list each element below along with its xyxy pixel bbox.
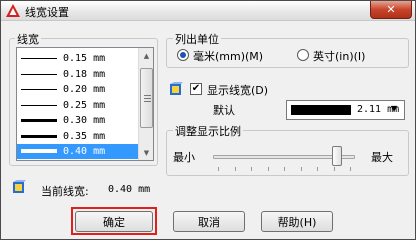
scroll-thumb-grip <box>144 95 151 96</box>
lineweight-item-label: 0.25 mm <box>63 99 106 111</box>
lineweight-list-item[interactable]: 0.25 mm <box>17 98 138 113</box>
lineweight-item-label: 0.18 mm <box>63 68 106 80</box>
ok-button-label: 确定 <box>103 215 125 229</box>
cancel-button[interactable]: 取消 <box>173 211 245 232</box>
help-button-label: 帮助(H) <box>277 215 317 229</box>
scale-slider-tick <box>234 167 236 171</box>
app-logo-icon <box>5 3 21 18</box>
inches-radio[interactable] <box>297 49 309 61</box>
scroll-up-arrow-icon: ▲ <box>143 51 150 60</box>
millimeters-radio[interactable] <box>177 49 189 61</box>
lineweight-sample-line <box>21 73 57 75</box>
scale-slider-tick <box>267 167 269 171</box>
scroll-thumb-grip <box>144 98 151 99</box>
lineweight-item-label: 0.15 mm <box>63 53 106 64</box>
lineweight-sample-line <box>21 134 57 138</box>
units-group-label: 列出单位 <box>173 31 221 47</box>
scale-slider-tick <box>251 167 252 171</box>
lineweight-list-scrollbar[interactable]: ▲ ▼ <box>138 48 153 160</box>
scale-slider-thumb[interactable] <box>331 146 342 166</box>
current-lineweight-value: 0.40 mm <box>108 184 151 195</box>
help-button[interactable]: 帮助(H) <box>261 211 333 232</box>
scroll-up-button[interactable]: ▲ <box>139 48 153 63</box>
close-button[interactable]: ✕ <box>370 1 412 19</box>
current-lineweight-icon <box>11 179 27 195</box>
scale-slider-tick <box>300 167 302 171</box>
millimeters-label[interactable]: 毫米(mm)(M) <box>193 48 263 64</box>
chevron-down-icon: ▼ <box>391 104 398 113</box>
inches-label[interactable]: 英寸(in)(I) <box>313 48 365 64</box>
checkmark-icon: ✔ <box>191 83 201 94</box>
lineweight-sample-line <box>21 149 57 153</box>
scale-max-label: 最大 <box>371 151 393 164</box>
lineweight-sample-line <box>21 58 57 59</box>
scroll-thumb-grip <box>144 101 151 102</box>
window-title: 线宽设置 <box>25 6 69 19</box>
lineweight-list-item[interactable]: 0.30 mm <box>17 113 138 128</box>
ok-button[interactable]: 确定 <box>75 211 153 232</box>
lineweight-sample-line <box>21 89 57 90</box>
scale-min-label: 最小 <box>173 151 195 164</box>
scale-slider-tick <box>317 167 318 171</box>
lineweight-item-label: 0.35 mm <box>63 130 106 142</box>
lineweight-list-item[interactable]: 0.40 mm <box>17 144 138 159</box>
default-lineweight-dropdown[interactable]: 2.11 mm ▼ <box>286 100 405 120</box>
scroll-down-arrow-icon: ▼ <box>143 148 150 157</box>
lineweight-list-item[interactable]: 0.20 mm <box>17 82 138 97</box>
lineweight-item-label: 0.30 mm <box>63 115 106 126</box>
current-lineweight-label: 当前线宽: <box>41 185 89 198</box>
help-book-icon <box>168 81 184 97</box>
scale-slider-tick <box>218 167 219 171</box>
close-icon: ✕ <box>386 3 396 16</box>
cancel-button-label: 取消 <box>198 215 220 229</box>
scale-slider-tick <box>333 167 335 171</box>
lineweight-sample-line <box>21 104 57 106</box>
show-lineweight-checkbox[interactable]: ✔ <box>190 83 202 95</box>
title-bar[interactable]: 线宽设置 ✕ <box>1 1 415 21</box>
scale-slider-tick <box>350 167 351 171</box>
show-lineweight-label[interactable]: 显示线宽(D) <box>207 82 268 98</box>
lineweight-list-item[interactable]: 0.35 mm <box>17 129 138 144</box>
lineweight-swatch <box>291 105 351 115</box>
lineweight-group-label: 线宽 <box>15 31 41 47</box>
lineweight-settings-dialog: 线宽设置 ✕ 线宽 0.15 mm 0.18 mm 0.20 mm 0.25 mm 0.… <box>0 0 416 240</box>
lineweight-list-item[interactable]: 0.15 mm <box>17 51 138 66</box>
display-scale-group-label: 调整显示比例 <box>173 123 243 139</box>
lineweight-list-item[interactable]: 0.18 mm <box>17 67 138 82</box>
scroll-thumb[interactable] <box>140 68 153 128</box>
lineweight-item-label: 0.40 mm <box>63 146 106 157</box>
scale-slider-tick <box>284 167 285 171</box>
lineweight-sample-line <box>21 119 57 122</box>
default-label: 默认 <box>213 104 235 117</box>
lineweight-item-label: 0.20 mm <box>63 84 106 95</box>
scroll-down-button[interactable]: ▼ <box>139 145 153 160</box>
lineweight-list[interactable]: 0.15 mm 0.18 mm 0.20 mm 0.25 mm 0.30 mm 0.35 … <box>16 47 154 161</box>
